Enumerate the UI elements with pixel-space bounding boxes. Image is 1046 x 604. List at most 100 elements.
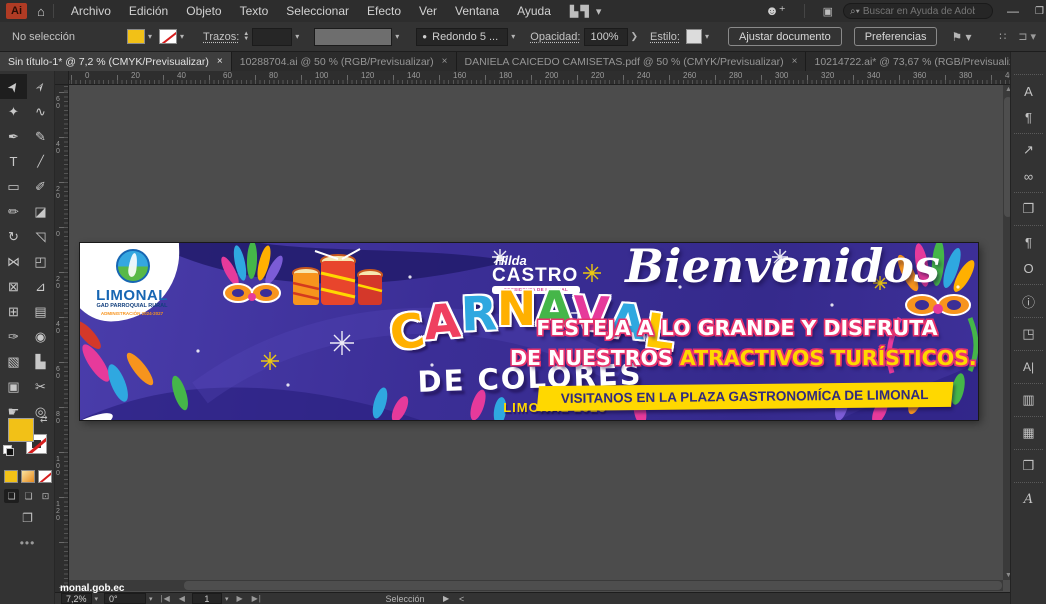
chevron-down-icon[interactable]: ▾ bbox=[225, 595, 229, 603]
artboard-tool[interactable]: ▣ bbox=[0, 374, 27, 399]
style-label[interactable]: Estilo: bbox=[650, 31, 680, 43]
illustrator-logo[interactable]: Ai bbox=[6, 3, 27, 19]
hscroll-thumb[interactable] bbox=[184, 581, 1002, 590]
pen-tool[interactable]: ✒ bbox=[0, 124, 27, 149]
rotation-field[interactable]: 0° bbox=[104, 593, 146, 604]
shaper-tool[interactable]: ✏ bbox=[0, 199, 27, 224]
tab-close-icon[interactable]: × bbox=[442, 56, 448, 67]
first-artboard-icon[interactable]: |◀ bbox=[161, 594, 171, 603]
canvas[interactable]: 0204060801001201401601802002202402602803… bbox=[55, 71, 1010, 604]
rectangle-tool[interactable]: ▭ bbox=[0, 174, 27, 199]
brush-definition[interactable]: ● Redondo 5 ... bbox=[416, 28, 508, 46]
vertical-scrollbar[interactable]: ▲ ▼ bbox=[1003, 85, 1010, 580]
mesh-tool[interactable]: ⊞ bbox=[0, 299, 27, 324]
chevron-down-icon[interactable]: ▾ bbox=[511, 32, 515, 41]
document-tab[interactable]: DANIELA CAICEDO CAMISETAS.pdf @ 50 % (CM… bbox=[457, 52, 807, 71]
variable-width-profile[interactable] bbox=[314, 28, 392, 46]
grid-icon[interactable]: ∷ bbox=[999, 30, 1006, 43]
lasso-tool[interactable]: ∿ bbox=[27, 99, 54, 124]
chevron-down-icon[interactable]: ▾ bbox=[705, 32, 709, 41]
account-icon[interactable]: ☻⁺ bbox=[765, 3, 786, 19]
draw-inside-button[interactable]: ⊡ bbox=[38, 489, 53, 503]
links-icon[interactable]: ∞ bbox=[1014, 163, 1043, 189]
chevron-down-icon[interactable]: ▾ bbox=[95, 595, 99, 603]
width-tool[interactable]: ⋈ bbox=[0, 249, 27, 274]
artboards-icon[interactable]: ▦ bbox=[1014, 420, 1043, 446]
artboard-number-field[interactable]: 1 bbox=[192, 593, 222, 604]
paragraph-styles-icon[interactable]: ¶ bbox=[1014, 104, 1043, 130]
stroke-color-swatch[interactable] bbox=[159, 29, 177, 44]
symbol-sprayer-tool[interactable]: ▧ bbox=[0, 349, 27, 374]
shape-builder-tool[interactable]: ⊠ bbox=[0, 274, 27, 299]
curvature-tool[interactable]: ✎ bbox=[27, 124, 54, 149]
last-artboard-icon[interactable]: ▶| bbox=[252, 594, 262, 603]
fill-color-swatch[interactable] bbox=[127, 29, 145, 44]
artboard-banner[interactable]: LIMONAL GAD PARROQUIAL RURAL ADMINISTRAC… bbox=[80, 243, 978, 420]
chevron-down-icon[interactable]: ▾ bbox=[180, 32, 184, 41]
menu-seleccionar[interactable]: Seleccionar bbox=[277, 4, 358, 18]
menu-ver[interactable]: Ver bbox=[410, 4, 446, 18]
rotate-tool[interactable]: ↻ bbox=[0, 224, 27, 249]
gradient-tool[interactable]: ▤ bbox=[27, 299, 54, 324]
menu-archivo[interactable]: Archivo bbox=[62, 4, 120, 18]
home-icon[interactable]: ⌂ bbox=[37, 4, 45, 19]
document-info-icon[interactable]: ⓘ bbox=[1014, 288, 1043, 314]
preferences-button[interactable]: Preferencias bbox=[854, 27, 938, 46]
chevron-down-icon[interactable]: ▾ bbox=[295, 32, 299, 41]
magic-wand-tool[interactable]: ✦ bbox=[0, 99, 27, 124]
gradient-panel-icon[interactable]: ▥ bbox=[1014, 387, 1043, 413]
fit-document-button[interactable]: Ajustar documento bbox=[728, 27, 842, 46]
line-segment-tool[interactable]: ╱ bbox=[27, 149, 54, 174]
swap-fill-stroke-icon[interactable]: ⇄ bbox=[40, 414, 48, 425]
selection-tool[interactable]: ➤ bbox=[0, 74, 27, 99]
opacity-field[interactable] bbox=[584, 28, 628, 46]
tab-close-icon[interactable]: × bbox=[217, 56, 223, 67]
opacity-label[interactable]: Opacidad: bbox=[530, 31, 580, 43]
change-screen-mode-icon[interactable]: ❐ bbox=[0, 511, 55, 525]
paragraph-icon[interactable]: ¶ bbox=[1014, 229, 1043, 255]
paintbrush-tool[interactable]: ✐ bbox=[27, 174, 54, 199]
chevron-down-icon[interactable]: ▾ bbox=[148, 32, 152, 41]
next-artboard-icon[interactable]: ▶ bbox=[236, 594, 243, 603]
free-transform-tool[interactable]: ◰ bbox=[27, 249, 54, 274]
export-icon[interactable]: ↗ bbox=[1014, 137, 1043, 163]
stroke-stepper[interactable]: ▲▼ bbox=[243, 32, 249, 42]
artboard-panel-icon[interactable]: ❐ bbox=[1014, 196, 1043, 222]
restore-icon[interactable]: ❐ bbox=[1035, 6, 1044, 17]
eraser-tool[interactable]: ◪ bbox=[27, 199, 54, 224]
none-button[interactable] bbox=[38, 470, 52, 483]
help-search[interactable]: ⌕▾ bbox=[843, 3, 993, 19]
draw-behind-button[interactable]: ❏ bbox=[21, 489, 36, 503]
status-expand-icon[interactable]: < bbox=[459, 594, 464, 604]
fill-indicator[interactable] bbox=[8, 418, 34, 442]
menu-ayuda[interactable]: Ayuda bbox=[508, 4, 560, 18]
default-fill-stroke-icon[interactable] bbox=[3, 445, 12, 454]
type-icon[interactable]: A| bbox=[1014, 354, 1043, 380]
stroke-weight-label[interactable]: Trazos: bbox=[203, 31, 239, 43]
color-button[interactable] bbox=[4, 470, 18, 483]
search-input[interactable] bbox=[863, 6, 975, 17]
eyedropper-tool[interactable]: ✑ bbox=[0, 324, 27, 349]
direct-selection-tool[interactable]: ➢ bbox=[27, 74, 54, 99]
horizontal-scrollbar[interactable] bbox=[69, 580, 1003, 591]
ruler-origin[interactable] bbox=[55, 71, 69, 85]
edit-toolbar-icon[interactable]: ••• bbox=[0, 536, 55, 550]
gradient-button[interactable] bbox=[21, 470, 35, 483]
minimize-icon[interactable]: — bbox=[1007, 4, 1019, 18]
character-styles-icon[interactable]: A bbox=[1014, 78, 1043, 104]
chevron-down-icon[interactable]: ▾ bbox=[395, 32, 399, 41]
transform-icon[interactable]: ◳ bbox=[1014, 321, 1043, 347]
menu-edicin[interactable]: Edición bbox=[120, 4, 177, 18]
prev-artboard-icon[interactable]: ◀ bbox=[179, 594, 186, 603]
opacity-input[interactable] bbox=[590, 31, 624, 43]
menu-ventana[interactable]: Ventana bbox=[446, 4, 508, 18]
stroke-icon[interactable]: O bbox=[1014, 255, 1043, 281]
menu-efecto[interactable]: Efecto bbox=[358, 4, 410, 18]
status-play-icon[interactable]: ▶ bbox=[443, 594, 449, 603]
screen-icon[interactable]: ▣ bbox=[823, 5, 833, 18]
document-tab[interactable]: 10288704.ai @ 50 % (RGB/Previsualizar)× bbox=[232, 52, 457, 71]
glyphs-icon[interactable]: A bbox=[1014, 486, 1043, 512]
graph-tool[interactable]: ▙ bbox=[27, 349, 54, 374]
type-tool[interactable]: T bbox=[0, 149, 27, 174]
menu-objeto[interactable]: Objeto bbox=[177, 4, 230, 18]
